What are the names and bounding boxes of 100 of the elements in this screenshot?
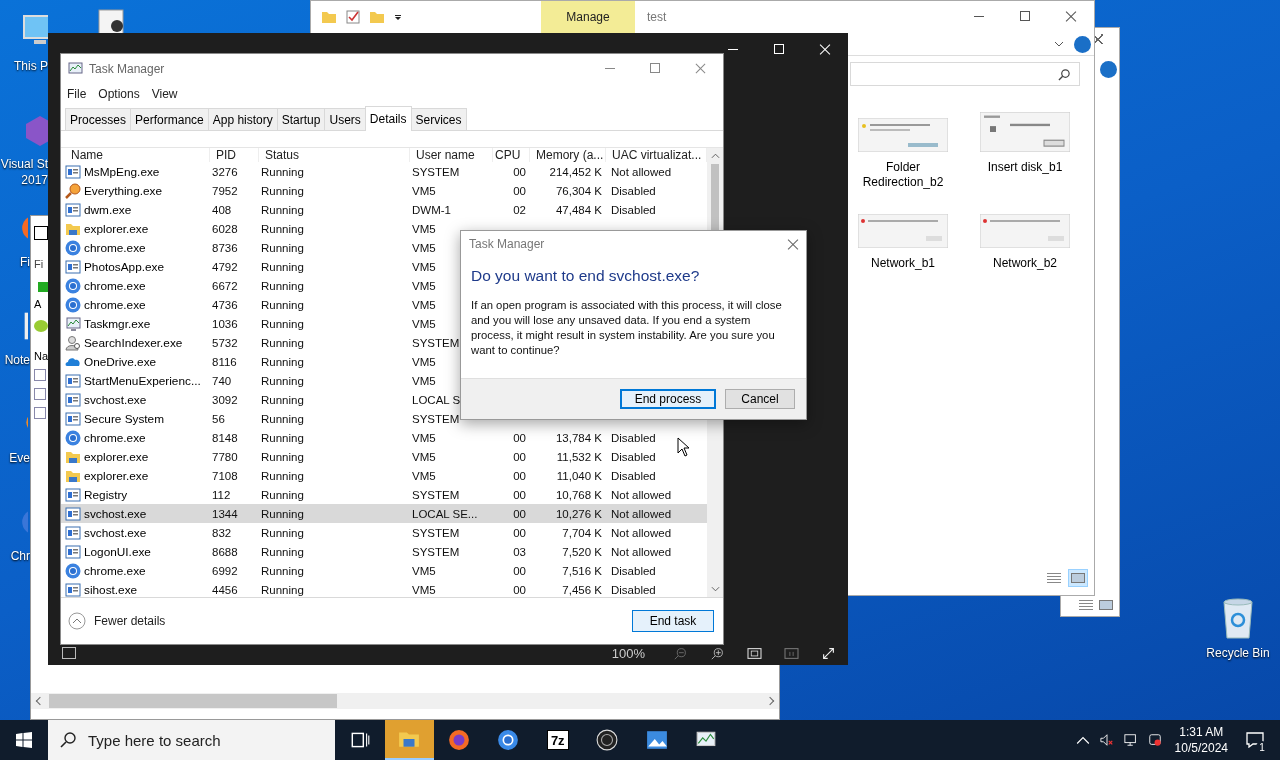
table-row[interactable]: explorer.exe 7108 Running VM5 00 11,040 K Disabled [61, 466, 707, 485]
taskbar-app-button[interactable]: 7z [533, 720, 583, 760]
table-cell-text: VM5 [411, 469, 436, 482]
notifications-button[interactable]: 1 [1240, 720, 1270, 760]
column-header[interactable]: User name [410, 148, 493, 162]
tab[interactable]: App history [207, 108, 278, 130]
table-row[interactable]: sihost.exe 4456 Running VM5 00 7,456 K Disabled [61, 580, 707, 597]
table-cell-text: 8116 [211, 355, 237, 368]
process-name: chrome.exe [84, 563, 146, 578]
icon-label: Eve [9, 450, 30, 466]
table-cell-text: LOCAL SE... [411, 507, 478, 520]
tab[interactable]: Processes [65, 108, 132, 130]
table-cell-text: 00 [512, 526, 527, 539]
table-cell-text: Running [260, 165, 304, 178]
table-cell-text: Disabled [610, 203, 656, 216]
table-cell-text: VM5 [411, 317, 436, 330]
table-row[interactable]: explorer.exe 7780 Running VM5 00 11,532 K Disabled [61, 447, 707, 466]
table-cell-text: 11,040 K [555, 469, 603, 482]
process-name: Taskmgr.exe [84, 316, 151, 331]
table-cell-text: Running [260, 317, 304, 330]
search-box[interactable]: Type here to search [48, 720, 335, 760]
process-name: StartMenuExperienc... [84, 373, 201, 388]
dialog-heading: Do you want to end svchost.exe? [470, 266, 701, 285]
table-cell-text: Not allowed [610, 165, 672, 178]
table-cell-text: SYSTEM [411, 526, 460, 539]
table-cell-text: 00 [512, 431, 527, 444]
table-cell-text: VM5 [411, 355, 436, 368]
table-cell-text: VM5 [411, 260, 436, 273]
process-name: svchost.exe [84, 392, 147, 407]
table-cell-text: Running [260, 488, 304, 501]
column-header[interactable]: PID [210, 148, 259, 162]
table-row[interactable]: explorer.exe 6028 Running VM5 [61, 219, 707, 238]
column-header[interactable]: Name [65, 148, 210, 162]
table-cell-text: VM5 [411, 450, 436, 463]
clock-date[interactable]: 10/5/2024 [1174, 740, 1228, 756]
column-header[interactable]: Status [259, 148, 410, 162]
end-task-button[interactable]: End task [632, 610, 714, 632]
table-cell-text: Running [260, 203, 304, 216]
table-cell-text: VM5 [411, 222, 436, 235]
file-name[interactable]: Network_b2 [975, 256, 1075, 271]
toolbar-label: A [34, 298, 42, 310]
process-name: PhotosApp.exe [84, 259, 164, 274]
table-cell-text: Disabled [610, 583, 656, 596]
table-cell-text: SYSTEM [411, 412, 460, 425]
table-row[interactable]: dwm.exe 408 Running DWM-1 02 47,484 K Disabled [61, 200, 707, 219]
table-cell-text: 00 [512, 184, 527, 197]
end-process-button[interactable]: End process [620, 389, 716, 409]
table-cell-text: VM5 [411, 583, 436, 596]
table-cell-text: 6672 [211, 279, 238, 292]
tab[interactable]: Details [364, 106, 412, 131]
dialog-title: Task Manager [469, 237, 545, 251]
search-field[interactable]: Type here to search [88, 721, 335, 759]
table-cell-text: Running [260, 241, 304, 254]
table-row[interactable]: svchost.exe 832 Running SYSTEM 00 7,704 K Not allowed [61, 523, 707, 542]
table-row[interactable]: chrome.exe 8148 Running VM5 00 13,784 K Disabled [61, 428, 707, 447]
icon-label: This P [14, 58, 48, 74]
table-cell-text: 3092 [211, 393, 238, 406]
clock-time[interactable]: 1:31 AM [1179, 724, 1224, 740]
table-cell-text: Running [260, 260, 304, 273]
fewer-details-button[interactable]: Fewer details [68, 612, 166, 630]
dialog-message: If an open program is associated with this process, it will close and you will lose any unsaved data. If you end a system process, it might result in system instability. Are you sure you want to continue? [470, 298, 783, 358]
file-name[interactable]: Folder Redirection_b2 [853, 160, 953, 190]
table-cell-text: SYSTEM [411, 336, 460, 349]
table-cell-text: 1036 [211, 317, 238, 330]
menu-item[interactable]: View [151, 87, 178, 101]
tab[interactable]: Users [324, 108, 366, 130]
column-header[interactable]: Na [34, 350, 49, 362]
process-name: MsMpEng.exe [84, 164, 160, 179]
table-cell-text: Running [260, 564, 304, 577]
table-cell-text: 408 [211, 203, 232, 216]
column-header[interactable]: CPU [493, 148, 530, 162]
table-cell-text: VM5 [411, 298, 436, 311]
table-cell-text: VM5 [411, 431, 436, 444]
cancel-button[interactable]: Cancel [725, 389, 795, 409]
table-cell-text: 03 [512, 545, 527, 558]
menu-item[interactable]: File [67, 87, 87, 101]
table-row[interactable]: Registry 112 Running SYSTEM 00 10,768 K Not allowed [61, 485, 707, 504]
table-row[interactable]: Everything.exe 7952 Running VM5 00 76,304 K Disabled [61, 181, 707, 200]
table-row[interactable]: chrome.exe 6992 Running VM5 00 7,516 K Disabled [61, 561, 707, 580]
process-name: chrome.exe [84, 278, 146, 293]
table-cell-text: 3276 [211, 165, 238, 178]
table-cell-text: Disabled [610, 450, 656, 463]
table-cell-text: 740 [211, 374, 232, 387]
table-row[interactable]: LogonUI.exe 8688 Running SYSTEM 03 7,520 K Not allowed [61, 542, 707, 561]
table-row[interactable]: svchost.exe 1344 Running LOCAL SE... 00 10,276 K Not allowed [61, 504, 707, 523]
tab[interactable]: Services [410, 108, 467, 130]
zoom-level: 100% [611, 645, 645, 661]
table-cell-text: 00 [512, 450, 527, 463]
table-cell-text: Running [260, 184, 304, 197]
table-cell-text: 4456 [211, 583, 238, 596]
file-name[interactable]: Network_b1 [853, 256, 953, 271]
menu-item[interactable]: Options [98, 87, 140, 101]
file-name[interactable]: Insert disk_b1 [975, 160, 1075, 175]
tab[interactable]: Performance [130, 108, 209, 130]
table-row[interactable]: MsMpEng.exe 3276 Running SYSTEM 00 214,452 K Not allowed [61, 162, 707, 181]
column-header[interactable]: Memory (a... [530, 148, 606, 162]
table-cell-text: 7,520 K [561, 545, 603, 558]
tab[interactable]: Startup [276, 108, 326, 130]
ribbon-tab[interactable]: Manage [541, 1, 635, 33]
menu-item[interactable]: Fi [34, 258, 44, 270]
